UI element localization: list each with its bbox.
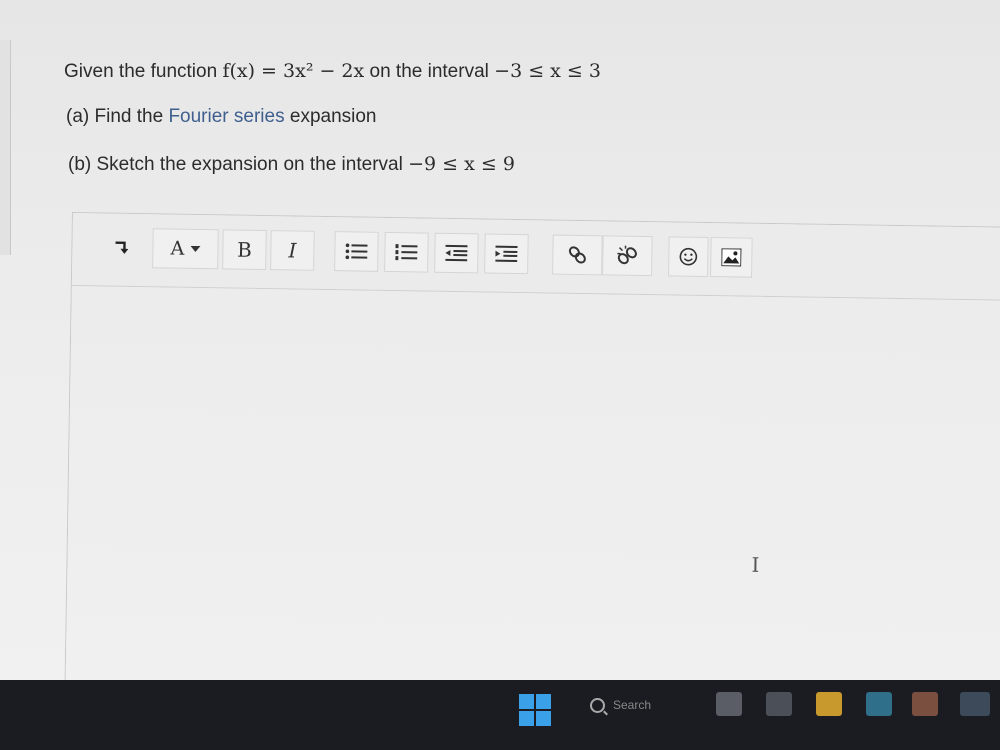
numbered-list-button[interactable] <box>384 231 429 273</box>
taskbar-app-icon[interactable] <box>716 692 742 716</box>
link-icon <box>567 245 587 265</box>
function-expression: f(x) = 3x² − 2x <box>222 60 365 82</box>
question-line-1: Given the function f(x) = 3x² − 2x on th… <box>64 60 601 82</box>
answer-editor: A B I I <box>64 212 1000 699</box>
insert-link-button[interactable] <box>552 234 603 276</box>
sketch-interval-expression: −9 ≤ x ≤ 9 <box>408 153 515 175</box>
outdent-icon <box>445 244 468 262</box>
question-part-a: (a) Find the Fourier series expansion <box>66 106 377 127</box>
indent-icon <box>495 245 518 263</box>
taskbar-search[interactable]: Search <box>590 692 705 718</box>
answer-text-area[interactable]: I <box>65 286 1000 697</box>
fourier-series-link[interactable]: Fourier series <box>168 106 284 127</box>
taskbar-folder-icon[interactable] <box>816 692 842 716</box>
side-panel-edge <box>0 40 11 255</box>
paragraph-format-button[interactable] <box>100 227 141 268</box>
taskbar-browser-icon[interactable] <box>866 692 892 716</box>
taskbar-app-icon[interactable] <box>912 692 938 716</box>
paragraph-format-icon <box>112 239 129 257</box>
windows-start-icon[interactable] <box>519 694 551 726</box>
search-icon <box>590 697 605 713</box>
question-part-b: (b) Sketch the expansion on the interval… <box>68 153 515 175</box>
emoji-icon <box>678 247 698 267</box>
numbered-list-icon <box>395 243 418 261</box>
font-size-label: A <box>170 237 185 260</box>
image-icon <box>721 248 742 267</box>
unlink-button[interactable] <box>602 235 653 277</box>
bold-button[interactable]: B <box>222 229 267 271</box>
browser-viewport: Given the function f(x) = 3x² − 2x on th… <box>0 0 1000 699</box>
emoji-button[interactable] <box>668 236 709 277</box>
insert-image-button[interactable] <box>710 237 753 278</box>
chevron-down-icon <box>190 245 201 252</box>
unlink-icon <box>616 245 638 267</box>
search-label: Search <box>613 698 652 712</box>
taskbar-app-icon[interactable] <box>960 692 990 716</box>
text-cursor: I <box>751 552 760 577</box>
indent-button[interactable] <box>484 233 529 275</box>
windows-taskbar: Search <box>0 680 1000 750</box>
bulleted-list-button[interactable] <box>334 231 379 272</box>
bulleted-list-icon <box>345 242 368 260</box>
taskbar-app-icon[interactable] <box>766 692 792 716</box>
italic-button[interactable]: I <box>270 230 315 271</box>
interval-expression: −3 ≤ x ≤ 3 <box>494 60 601 82</box>
outdent-button[interactable] <box>434 232 479 274</box>
font-size-dropdown[interactable]: A <box>152 228 219 270</box>
